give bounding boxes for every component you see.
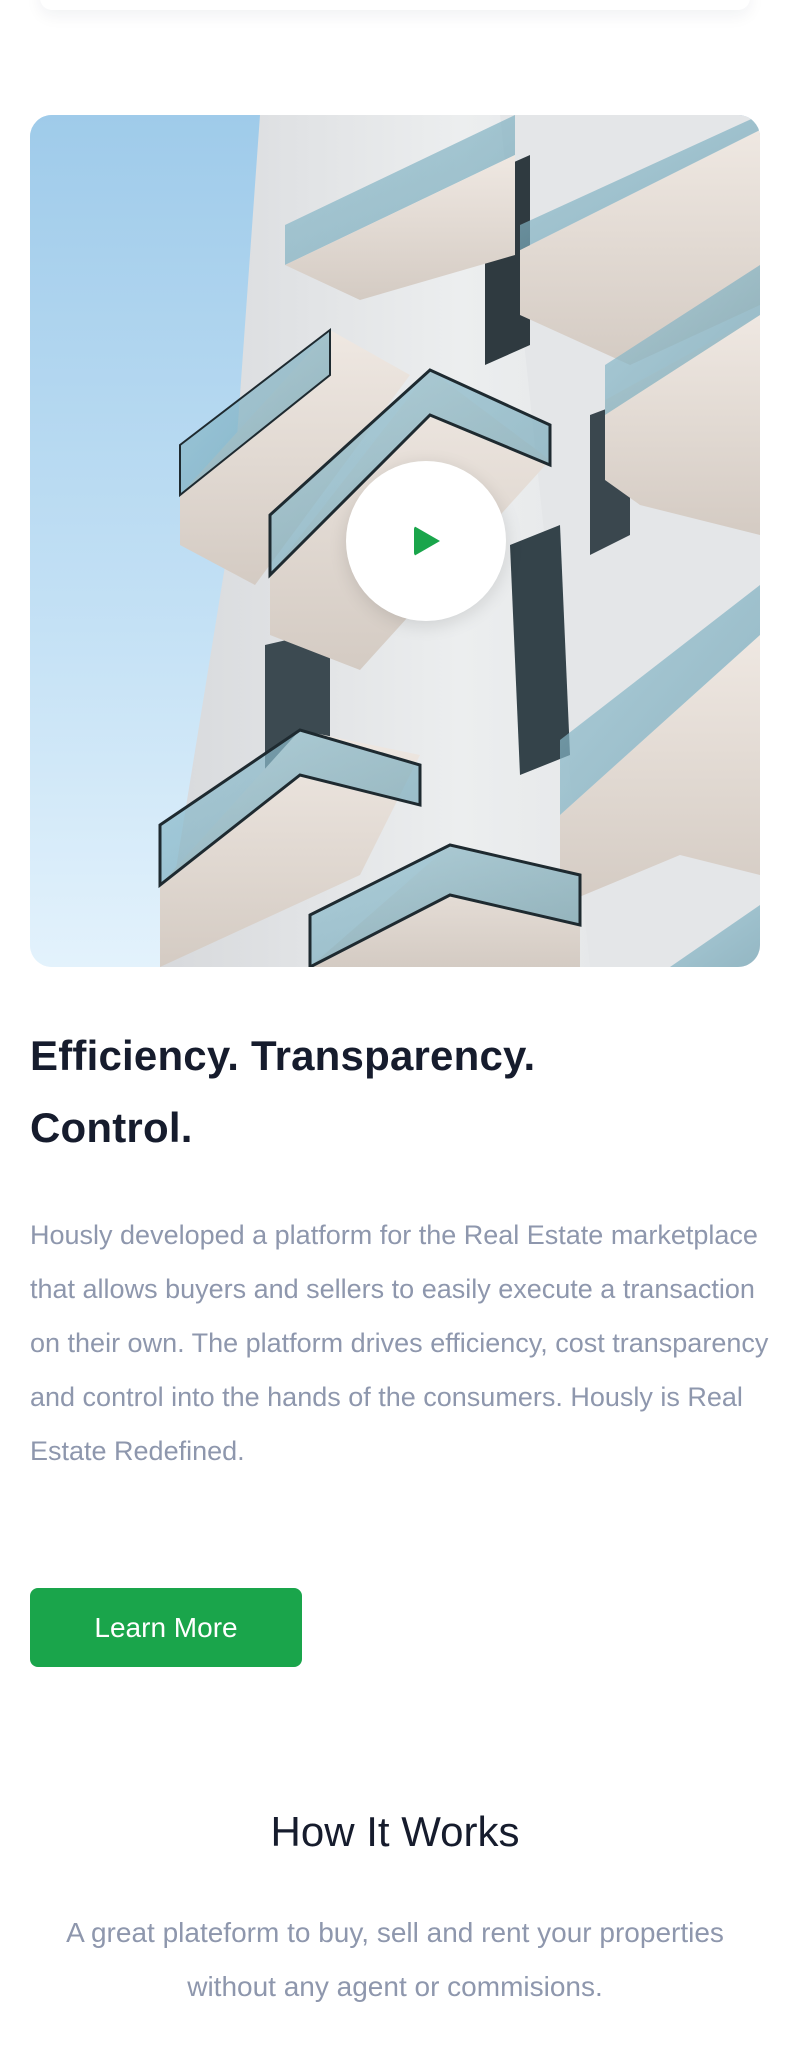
- learn-more-button[interactable]: Learn More: [30, 1588, 302, 1667]
- headline-line-1: Efficiency. Transparency.: [30, 1032, 536, 1079]
- play-icon: [414, 526, 440, 556]
- headline-line-2: Control.: [30, 1104, 193, 1151]
- hero-video-card: [30, 115, 760, 967]
- page: Efficiency. Transparency. Control. Housl…: [0, 0, 790, 2064]
- previous-section-card-edge: [40, 0, 750, 10]
- how-it-works-title: How It Works: [270, 1808, 520, 1855]
- about-headline: Efficiency. Transparency. Control.: [30, 1020, 630, 1164]
- about-description: Hously developed a platform for the Real…: [30, 1220, 769, 1466]
- how-it-works-subtitle: A great plateform to buy, sell and rent …: [66, 1917, 724, 2002]
- play-video-button[interactable]: [346, 461, 506, 621]
